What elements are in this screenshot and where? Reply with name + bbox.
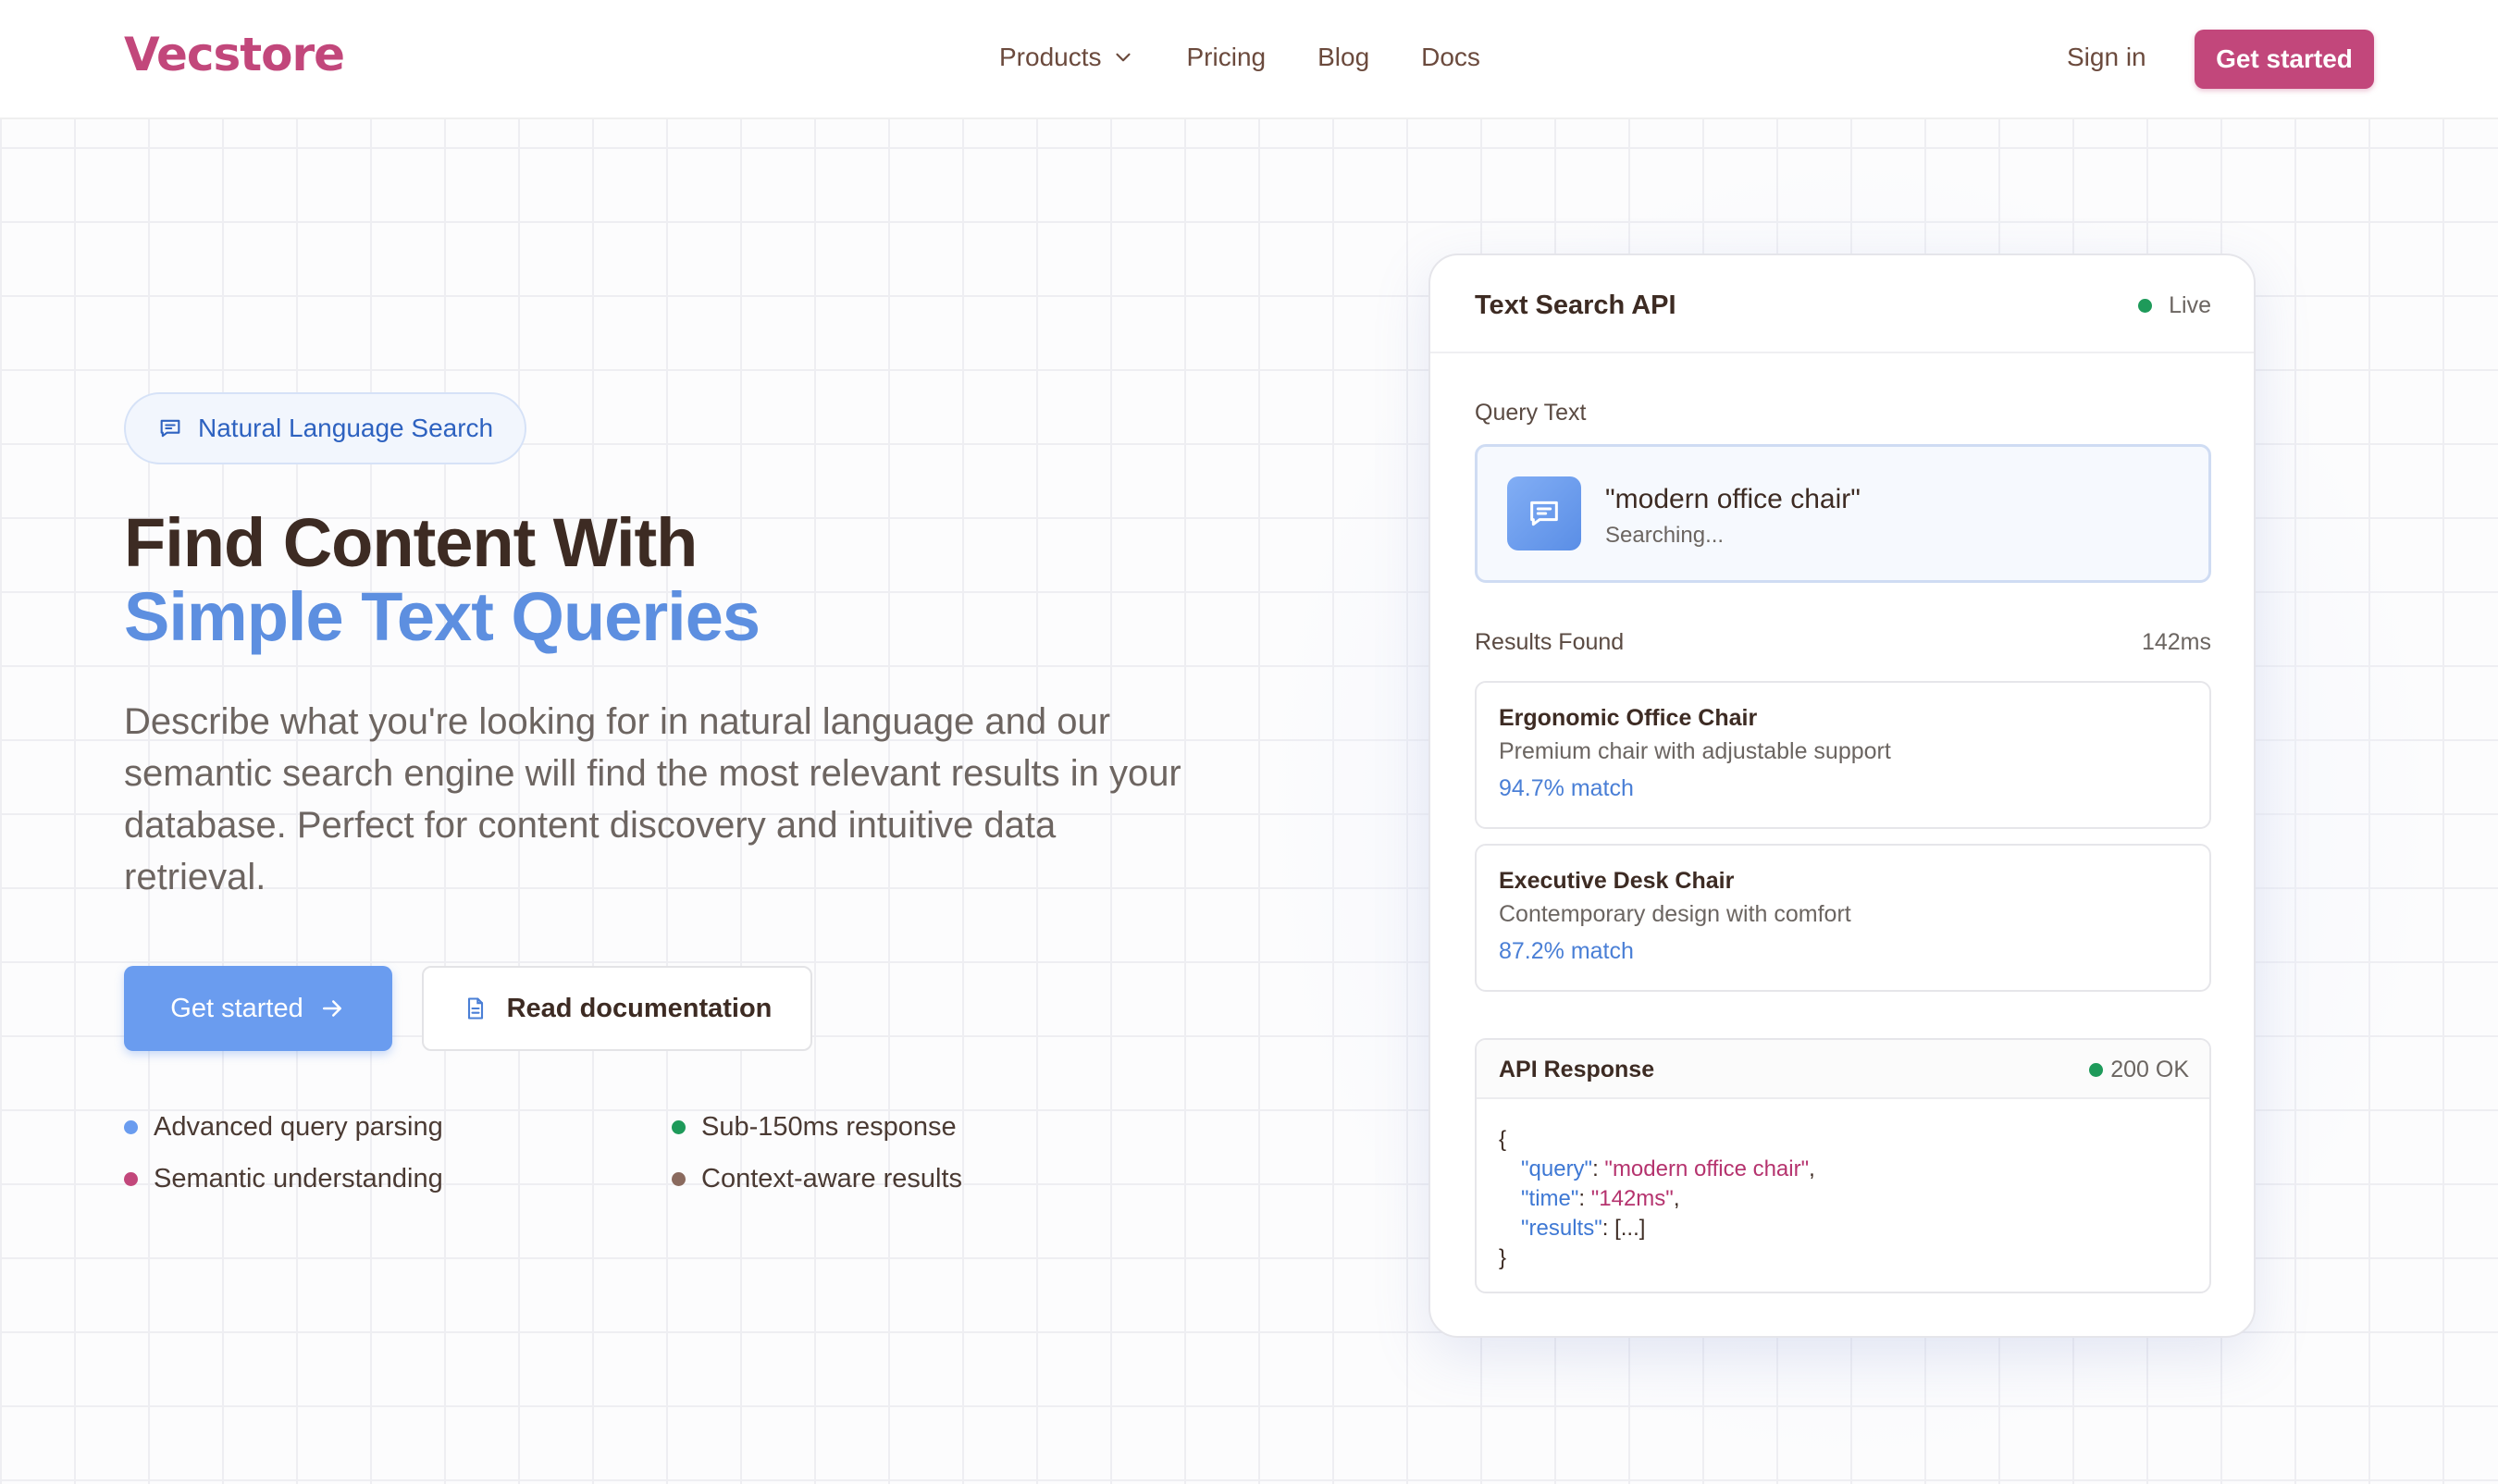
query-text: "modern office chair" — [1605, 484, 1861, 514]
read-documentation-button[interactable]: Read documentation — [422, 966, 812, 1051]
result-item[interactable]: Ergonomic Office Chair Premium chair wit… — [1475, 681, 2211, 829]
get-started-button[interactable]: Get started — [124, 966, 392, 1051]
api-response-header: API Response 200 OK — [1477, 1040, 2209, 1099]
feature-dot — [124, 1120, 138, 1134]
top-navigation: Vecstore Products Pricing Blog Docs Sign… — [0, 0, 2498, 119]
status-dot — [2138, 299, 2153, 313]
result-item[interactable]: Executive Desk Chair Contemporary design… — [1475, 844, 2211, 992]
text-search-api-card: Text Search API Live Query Text "modern … — [1428, 254, 2256, 1338]
nav-item-blog[interactable]: Blog — [1317, 43, 1369, 72]
code-key: "query" — [1521, 1156, 1593, 1181]
get-started-label: Get started — [170, 993, 303, 1023]
nav-item-label: Products — [999, 43, 1102, 71]
hero-description: Describe what you're looking for in natu… — [124, 701, 1181, 897]
live-status: Live — [2138, 292, 2211, 319]
main-nav: Products Pricing Blog Docs — [999, 43, 1532, 72]
message-icon — [1507, 476, 1581, 550]
code-key: "time" — [1521, 1186, 1579, 1211]
result-description: Premium chair with adjustable support — [1499, 738, 1891, 764]
api-response-panel: API Response 200 OK { "query": "modern o… — [1475, 1038, 2211, 1293]
feature-item: Context-aware results — [672, 1164, 962, 1194]
message-icon — [160, 419, 180, 438]
feature-label: Advanced query parsing — [154, 1112, 443, 1142]
result-match: 87.2% match — [1499, 938, 1634, 964]
status-label: Live — [2169, 292, 2211, 318]
chevron-down-icon — [1115, 53, 1131, 62]
feature-dot — [672, 1172, 686, 1186]
feature-item: Sub-150ms response — [672, 1112, 957, 1143]
query-label: Query Text — [1475, 400, 1587, 426]
feature-label: Semantic understanding — [154, 1164, 443, 1193]
hero-title-line-1: Find Content With — [124, 504, 698, 581]
nav-item-docs[interactable]: Docs — [1421, 43, 1480, 72]
api-status-label: 200 OK — [2110, 1057, 2189, 1082]
code-trail: , — [1673, 1186, 1680, 1211]
document-icon — [467, 997, 483, 1020]
code-line: "time": "142ms", — [1521, 1186, 1680, 1211]
feature-item: Semantic understanding — [124, 1164, 443, 1194]
json-code-block: { "query": "modern office chair", "time"… — [1499, 1125, 1815, 1273]
card-title: Text Search API — [1475, 291, 1676, 320]
result-match: 94.7% match — [1499, 775, 1634, 801]
feature-label: Context-aware results — [701, 1164, 963, 1193]
feature-dot — [124, 1172, 138, 1186]
result-description: Contemporary design with comfort — [1499, 901, 1851, 927]
result-title: Ergonomic Office Chair — [1499, 705, 1758, 731]
nav-item-products[interactable]: Products — [999, 43, 1135, 72]
results-label: Results Found — [1475, 629, 1625, 655]
card-header: Text Search API Live — [1430, 255, 2254, 353]
feature-item: Advanced query parsing — [124, 1112, 443, 1143]
feature-dot — [672, 1120, 686, 1134]
code-close-brace: } — [1499, 1245, 1507, 1270]
query-box[interactable]: "modern office chair" Searching... — [1475, 444, 2211, 583]
hero-title-line-2: Simple Text Queries — [124, 578, 761, 655]
code-trail: , — [1809, 1156, 1815, 1181]
sign-in-link[interactable]: Sign in — [2067, 43, 2146, 72]
status-dot — [2089, 1063, 2104, 1077]
code-open-brace: { — [1499, 1127, 1507, 1152]
latency-value: 142ms — [2141, 629, 2211, 655]
arrow-right-icon — [322, 1000, 341, 1017]
nav-item-pricing[interactable]: Pricing — [1187, 43, 1267, 72]
read-documentation-label: Read documentation — [506, 993, 773, 1023]
brand-logo[interactable]: Vecstore — [124, 28, 345, 81]
query-status: Searching... — [1605, 523, 1725, 548]
api-response-title: API Response — [1499, 1057, 1655, 1082]
feature-label: Sub-150ms response — [701, 1112, 957, 1142]
code-value: [...] — [1614, 1216, 1646, 1241]
code-key: "results" — [1521, 1216, 1602, 1241]
api-status: 200 OK — [2089, 1057, 2189, 1083]
code-line: "results": [...] — [1521, 1216, 1646, 1241]
code-value: "modern office chair" — [1604, 1156, 1810, 1181]
code-line: "query": "modern office chair", — [1521, 1156, 1815, 1181]
result-title: Executive Desk Chair — [1499, 868, 1735, 894]
code-value: "142ms" — [1590, 1186, 1674, 1211]
badge-label: Natural Language Search — [198, 414, 494, 442]
feature-badge: Natural Language Search — [124, 392, 527, 464]
header-get-started-button[interactable]: Get started — [2195, 30, 2374, 89]
